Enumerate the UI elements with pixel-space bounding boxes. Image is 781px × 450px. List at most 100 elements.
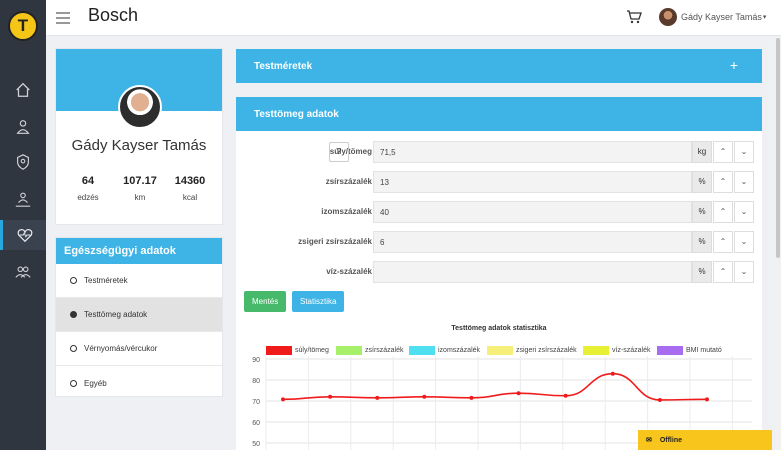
help-button[interactable]: ?: [329, 142, 349, 162]
health-item-label: Testméretek: [84, 276, 128, 285]
stat-calories: 14360 kcal: [162, 175, 218, 202]
user-name: Gády Kayser Tamás: [681, 12, 762, 22]
data-point: [328, 394, 333, 399]
decrement-button[interactable]: ⌄: [734, 201, 754, 223]
stat-workouts: 64 edzés: [60, 175, 116, 202]
health-item-label: Egyéb: [84, 378, 107, 388]
series-line: [282, 372, 708, 401]
envelope-icon: ✉: [646, 437, 652, 444]
field-label: zsigeri zsírszázalék: [298, 237, 372, 246]
offline-toast[interactable]: ✉ Offline: [638, 430, 772, 450]
team-icon[interactable]: [0, 184, 46, 214]
stat-value: 14360: [174, 175, 206, 187]
decrement-button[interactable]: ⌄: [734, 231, 754, 253]
field-input[interactable]: [373, 261, 692, 283]
y-tick-label: 90: [252, 357, 260, 364]
athlete-icon[interactable]: [0, 112, 46, 142]
user-menu[interactable]: Gády Kayser Tamás ▾: [659, 8, 766, 26]
field-label: zsírszázalék: [325, 177, 372, 186]
chart-title: Testtömeg adatok statisztika: [451, 325, 547, 332]
decrement-button[interactable]: ⌄: [734, 261, 754, 283]
scrollbar[interactable]: [775, 36, 781, 450]
save-button[interactable]: Mentés: [244, 291, 287, 312]
toast-label: Offline: [659, 437, 682, 444]
form-row: izomszázalék 40% ⌃ ⌄: [236, 201, 762, 223]
caret-down-icon: ▾: [762, 14, 767, 21]
decrement-button[interactable]: ⌄: [734, 171, 754, 193]
data-point: [657, 397, 662, 402]
unit-label: %: [692, 201, 712, 223]
data-point: [375, 395, 380, 400]
plus-icon[interactable]: +: [730, 57, 738, 73]
avatar: [659, 8, 677, 26]
profile-photo: [118, 85, 162, 129]
data-point: [469, 395, 474, 400]
stat-label: km: [134, 193, 146, 202]
users-icon[interactable]: [0, 257, 46, 287]
stat-label: edzés: [77, 193, 99, 202]
data-point: [422, 394, 427, 399]
radio-icon: [70, 311, 77, 318]
panel-testmeretek: Testméretek +: [236, 49, 762, 83]
decrement-button[interactable]: ⌄: [734, 141, 754, 163]
unit-label: %: [692, 231, 712, 253]
field-input[interactable]: 40: [373, 201, 692, 223]
health-menu: Egészségügyi adatok Testméretek Testtöme…: [55, 237, 223, 397]
app-sidebar: T: [0, 0, 46, 450]
unit-label: %: [692, 261, 712, 283]
panel-testmeretek-header[interactable]: Testméretek +: [236, 49, 762, 83]
field-input[interactable]: 6: [373, 231, 692, 253]
cart-icon[interactable]: [626, 10, 642, 29]
field-label: izomszázalék: [321, 207, 372, 216]
field-input[interactable]: 13: [373, 171, 692, 193]
form-row: súly/tömeg? 71,5 kg ⌃ ⌄: [236, 141, 762, 163]
profile-card: Gády Kayser Tamás 64 edzés 107.17 km 143…: [55, 48, 223, 225]
health-item-testtomeg[interactable]: Testtömeg adatok: [56, 298, 222, 332]
stat-distance: 107.17 km: [112, 175, 168, 202]
data-point: [516, 391, 521, 396]
increment-button[interactable]: ⌃: [713, 141, 733, 163]
health-menu-title: Egészségügyi adatok: [56, 238, 222, 264]
radio-icon: [70, 379, 77, 387]
health-item-egyeb[interactable]: Egyéb: [56, 366, 222, 400]
unit-label: kg: [692, 141, 712, 163]
panel-title: Testtömeg adatok: [254, 109, 339, 120]
panel-title: Testméretek: [254, 61, 313, 72]
profile-name: Gády Kayser Tamás: [71, 137, 207, 154]
heart-pulse-icon[interactable]: [0, 220, 46, 250]
panel-testtomeg-header[interactable]: Testtömeg adatok: [236, 97, 762, 131]
data-point: [563, 393, 568, 398]
radio-icon: [70, 345, 77, 352]
field-label: víz-százalék: [326, 267, 372, 276]
increment-button[interactable]: ⌃: [713, 201, 733, 223]
health-item-label: Vérnyomás/vércukor: [84, 344, 158, 353]
menu-icon[interactable]: [56, 12, 70, 27]
statistics-button[interactable]: Statisztika: [292, 291, 345, 312]
form-row: víz-százalék% ⌃ ⌄: [236, 261, 762, 283]
increment-button[interactable]: ⌃: [713, 261, 733, 283]
stat-label: kcal: [182, 193, 198, 202]
home-icon[interactable]: [0, 75, 46, 105]
y-tick-label: 50: [252, 441, 260, 448]
health-item-vernyomas[interactable]: Vérnyomás/vércukor: [56, 332, 222, 366]
radio-icon: [70, 277, 77, 284]
data-point: [610, 371, 615, 376]
y-tick-label: 70: [252, 399, 260, 406]
data-point: [705, 397, 709, 402]
form-row: zsírszázalék 13% ⌃ ⌄: [236, 171, 762, 193]
increment-button[interactable]: ⌃: [713, 171, 733, 193]
increment-button[interactable]: ⌃: [713, 231, 733, 253]
top-bar: Bosch Gády Kayser Tamás ▾: [46, 0, 781, 36]
unit-label: %: [692, 171, 712, 193]
stat-value: 107.17: [123, 175, 157, 187]
y-tick-label: 80: [252, 378, 260, 385]
stat-value: 64: [81, 175, 95, 187]
data-point: [281, 397, 285, 402]
health-item-testmeretek[interactable]: Testméretek: [56, 264, 222, 298]
shield-user-icon[interactable]: [0, 147, 46, 177]
app-logo[interactable]: T: [8, 11, 38, 41]
health-item-label: Testtömeg adatok: [84, 310, 148, 319]
y-tick-label: 60: [252, 420, 260, 427]
field-input[interactable]: 71,5: [373, 141, 692, 163]
form-row: zsigeri zsírszázalék 6% ⌃ ⌄: [236, 231, 762, 253]
